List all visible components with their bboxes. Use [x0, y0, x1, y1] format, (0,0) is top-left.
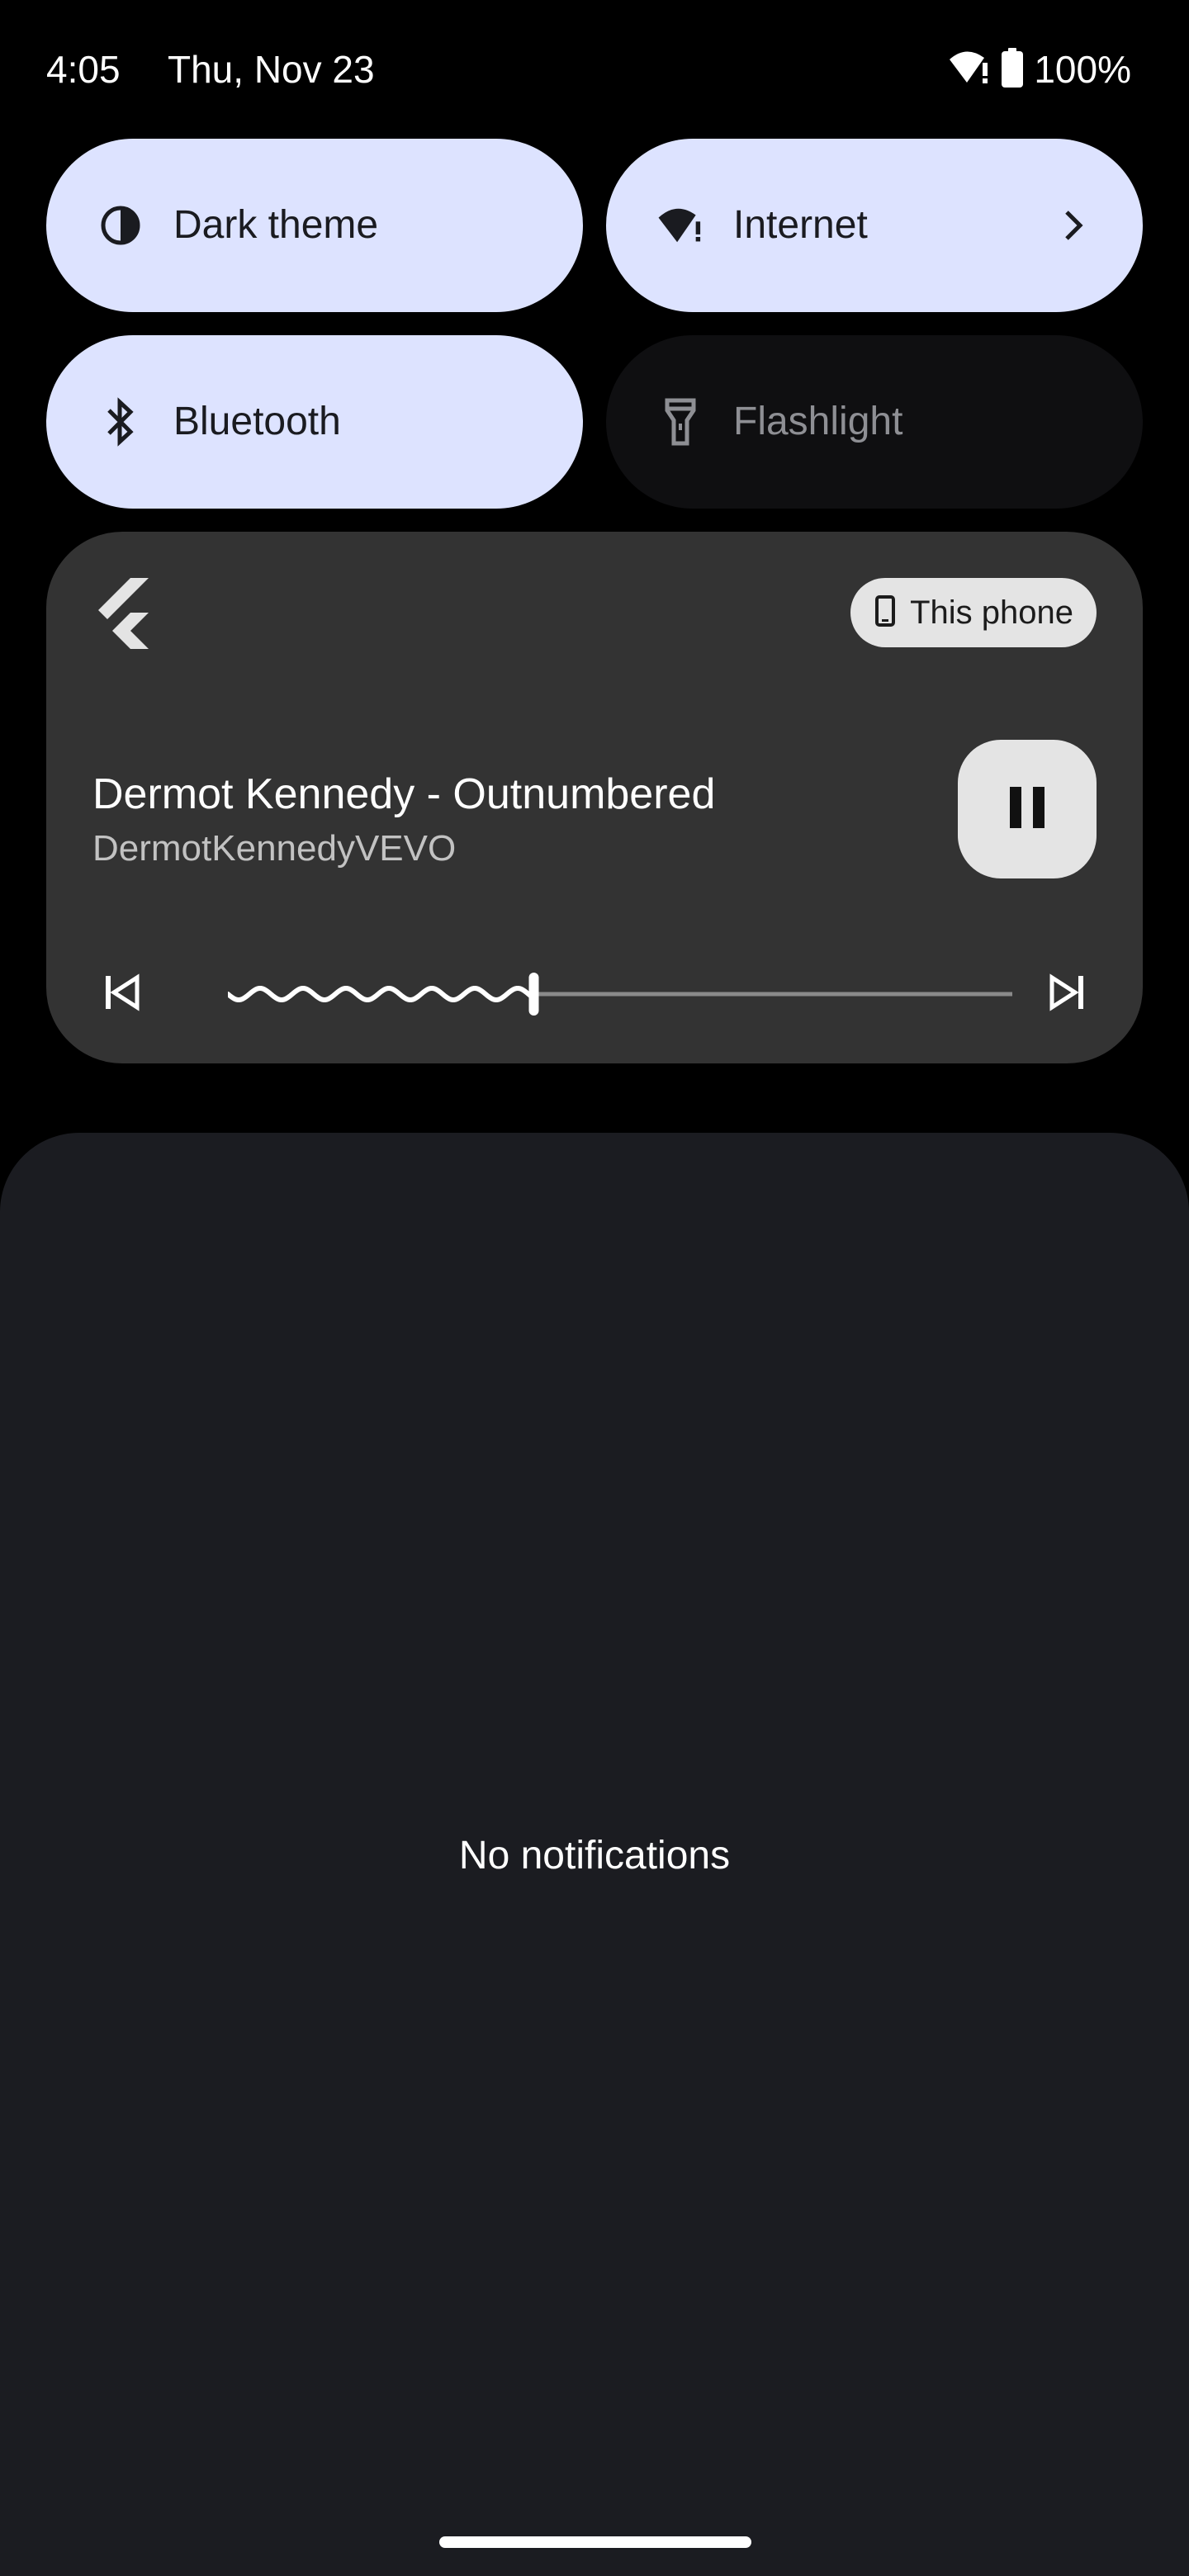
- dark-theme-icon: [97, 202, 144, 249]
- media-artist: DermotKennedyVEVO: [92, 828, 457, 869]
- tile-dark-theme[interactable]: Dark theme: [46, 139, 583, 312]
- status-time: 4:05: [46, 48, 121, 91]
- tile-bluetooth[interactable]: Bluetooth: [46, 335, 583, 509]
- pause-button[interactable]: [958, 740, 1097, 878]
- status-bar: 4:05 Thu, Nov 23 100%: [0, 0, 1189, 140]
- gesture-navigation-bar[interactable]: [439, 2536, 751, 2548]
- status-icons: 100%: [948, 46, 1131, 92]
- flutter-logo-icon: [94, 578, 157, 654]
- wifi-alert-icon: [948, 50, 991, 90]
- output-device-label: This phone: [910, 594, 1073, 631]
- tile-label: Bluetooth: [173, 400, 341, 443]
- phone-icon: [875, 594, 896, 631]
- skip-previous-icon: [102, 973, 142, 1016]
- tile-label: Dark theme: [173, 203, 379, 247]
- status-date: Thu, Nov 23: [168, 48, 375, 91]
- next-button[interactable]: [1037, 964, 1097, 1024]
- seek-bar[interactable]: [228, 954, 1012, 1034]
- tile-internet[interactable]: Internet: [606, 139, 1143, 312]
- seek-thumb: [528, 973, 539, 1016]
- tile-label: Flashlight: [733, 400, 903, 443]
- media-title: Dermot Kennedy - Outnumbered: [92, 770, 716, 818]
- previous-button[interactable]: [92, 964, 152, 1024]
- chevron-right-icon[interactable]: [1050, 202, 1097, 249]
- skip-next-icon: [1047, 973, 1087, 1016]
- no-notifications-text: No notifications: [458, 1834, 731, 1878]
- output-device-chip[interactable]: This phone: [850, 578, 1097, 647]
- flashlight-icon: [657, 398, 703, 446]
- tile-flashlight[interactable]: Flashlight: [606, 335, 1143, 509]
- tile-label: Internet: [733, 203, 868, 247]
- seek-progress: [228, 986, 536, 1002]
- wifi-alert-icon: [657, 202, 703, 249]
- bluetooth-icon: [97, 397, 144, 447]
- pause-icon: [1008, 786, 1046, 832]
- battery-percent: 100%: [1034, 48, 1131, 91]
- media-player-card[interactable]: This phone Dermot Kennedy - Outnumbered …: [46, 532, 1143, 1063]
- battery-full-icon: [1001, 47, 1024, 92]
- notification-panel: No notifications: [0, 1133, 1189, 2576]
